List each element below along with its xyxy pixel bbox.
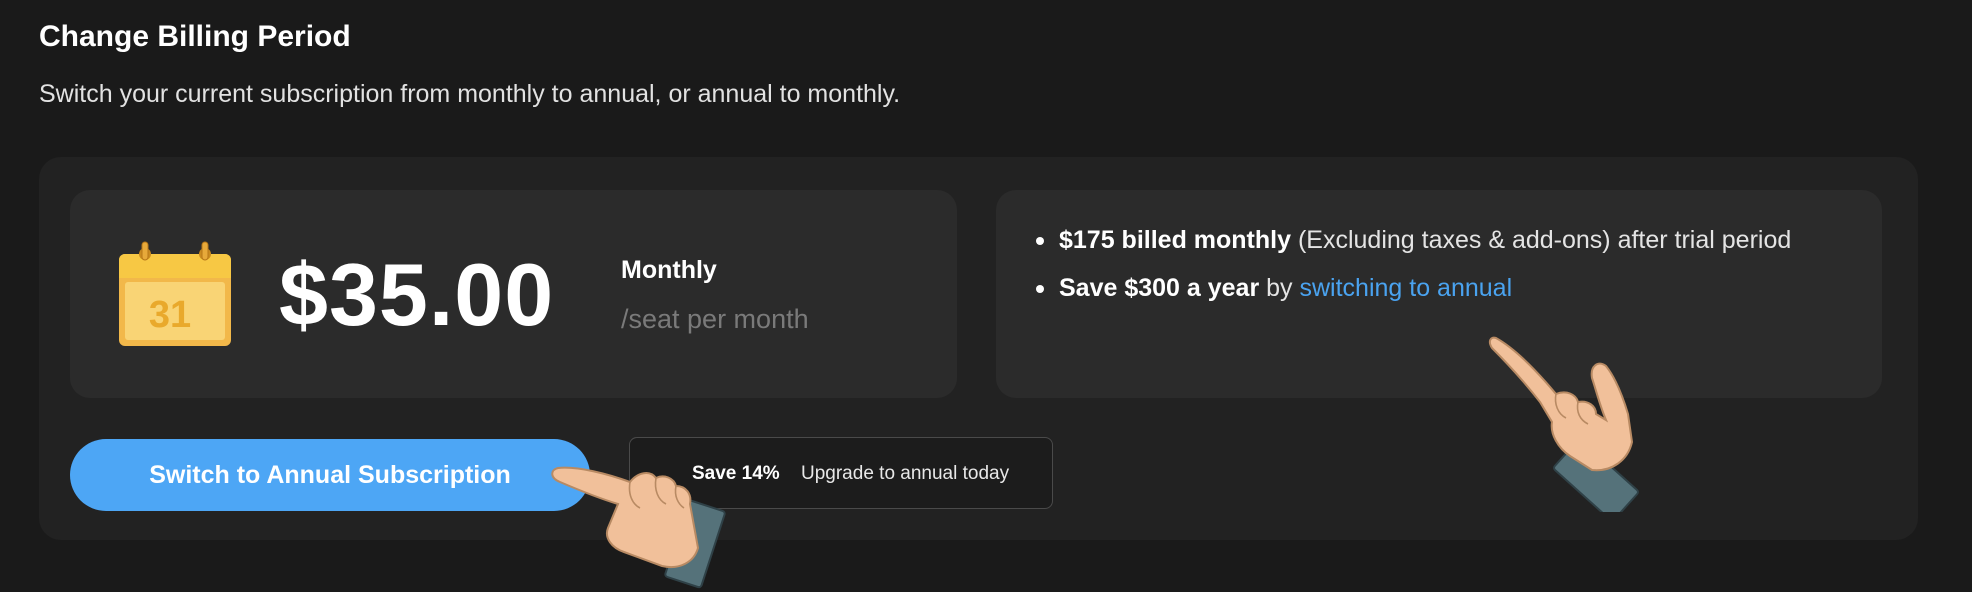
billed-note: (Excluding taxes & add-ons) after trial … bbox=[1291, 226, 1792, 254]
switch-to-annual-button[interactable]: Switch to Annual Subscription bbox=[70, 439, 590, 511]
calendar-day: 31 bbox=[149, 294, 191, 336]
pointing-hand-icon bbox=[1488, 336, 1639, 512]
page-subtitle: Switch your current subscription from mo… bbox=[39, 80, 901, 108]
savings-amount: Save $300 a year bbox=[1059, 274, 1260, 302]
promo-message: Upgrade to annual today bbox=[801, 463, 1010, 484]
billed-amount: $175 billed monthly bbox=[1059, 226, 1292, 254]
current-plan-card: 31 $35.00 Monthly /seat per month bbox=[70, 190, 957, 398]
savings-connector: by bbox=[1259, 274, 1300, 302]
plan-unit: /seat per month bbox=[621, 304, 809, 334]
list-item: $175 billed monthly (Excluding taxes & a… bbox=[1034, 216, 1854, 264]
pointing-hand-icon bbox=[551, 466, 726, 589]
billing-details-list: $175 billed monthly (Excluding taxes & a… bbox=[1034, 216, 1854, 312]
list-item: Save $300 a year by switching to annual bbox=[1034, 264, 1854, 312]
billing-details-card: $175 billed monthly (Excluding taxes & a… bbox=[996, 190, 1882, 398]
plan-period: Monthly bbox=[621, 256, 717, 284]
plan-price: $35.00 bbox=[279, 245, 555, 344]
billing-page: Change Billing Period Switch your curren… bbox=[0, 0, 1972, 592]
page-title: Change Billing Period bbox=[39, 20, 351, 53]
calendar-icon: 31 bbox=[119, 241, 231, 346]
switch-to-annual-link[interactable]: switching to annual bbox=[1299, 274, 1512, 302]
